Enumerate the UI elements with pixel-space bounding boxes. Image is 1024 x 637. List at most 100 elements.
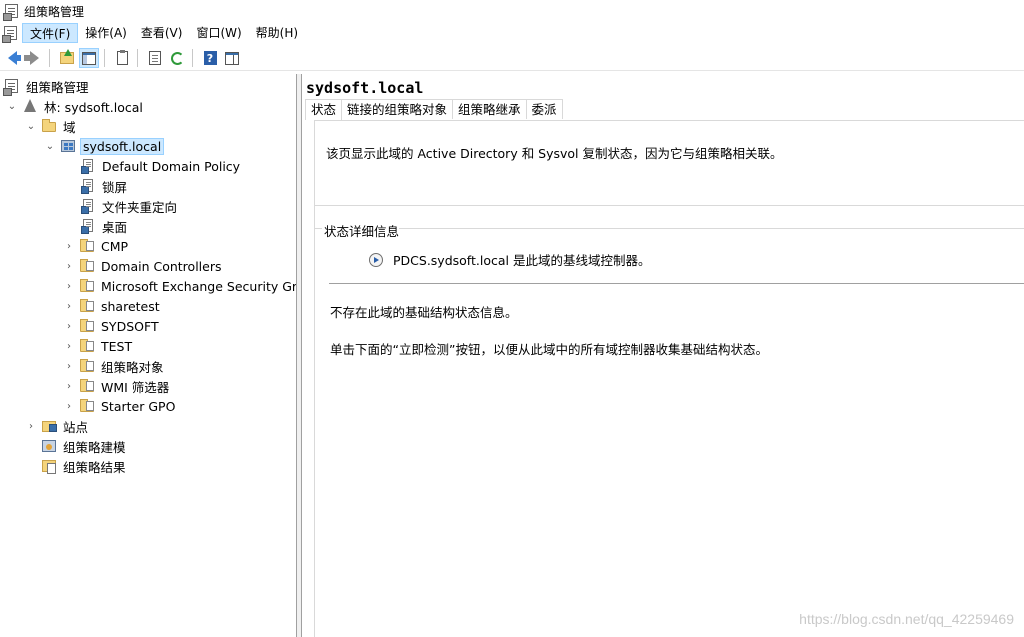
- tree-label: Default Domain Policy: [102, 158, 241, 174]
- chevron-right-icon[interactable]: ›: [63, 320, 75, 332]
- chevron-right-icon[interactable]: ›: [63, 260, 75, 272]
- ou-folder-icon: [79, 318, 95, 334]
- chevron-right-icon[interactable]: ›: [63, 380, 75, 392]
- export-list-button[interactable]: [145, 48, 165, 68]
- clipboard-icon: [116, 50, 128, 65]
- tree-label: TEST: [101, 338, 133, 354]
- forest-icon: [22, 98, 38, 114]
- pane-splitter[interactable]: [297, 74, 302, 637]
- tree-node-sites[interactable]: › 站点: [25, 416, 90, 436]
- tree-label: Domain Controllers: [101, 258, 222, 274]
- panel-icon: [225, 51, 239, 65]
- status-tab-content: 该页显示此域的 Active Directory 和 Sysvol 复制状态，因…: [314, 120, 1024, 637]
- tree-node-ou[interactable]: › CMP: [63, 236, 130, 256]
- tab-gp-inheritance[interactable]: 组策略继承: [452, 99, 527, 119]
- toolbar-separator: [104, 49, 105, 67]
- tree-node-ou[interactable]: › Microsoft Exchange Security Grou: [63, 276, 296, 296]
- refresh-button[interactable]: [167, 48, 187, 68]
- properties-button[interactable]: [112, 48, 132, 68]
- tree-label: sharetest: [101, 298, 160, 314]
- tree-label: 组策略建模: [63, 439, 126, 455]
- window-title: 组策略管理: [24, 4, 85, 19]
- group-border: [399, 228, 1024, 229]
- tab-delegation[interactable]: 委派: [525, 99, 563, 119]
- baseline-dc-row[interactable]: PDCS.sydsoft.local 是此域的基线域控制器。: [369, 250, 650, 269]
- tree-label: 文件夹重定向: [102, 199, 178, 215]
- sites-icon: [41, 418, 57, 434]
- chevron-right-icon[interactable]: ›: [63, 280, 75, 292]
- gpmc-app-icon: [3, 3, 20, 21]
- back-button[interactable]: [2, 48, 22, 68]
- menu-bar: 文件(F) 操作(A) 查看(V) 窗口(W) 帮助(H): [0, 22, 1024, 44]
- up-level-button[interactable]: [57, 48, 77, 68]
- back-arrow-icon: [7, 51, 21, 65]
- chevron-right-icon[interactable]: ›: [63, 240, 75, 252]
- tree-node-gpo-link[interactable]: Default Domain Policy: [80, 156, 242, 176]
- tree-label: CMP: [101, 238, 129, 254]
- tree-node-gpo-link[interactable]: 锁屏: [80, 176, 129, 196]
- tree-node-ou[interactable]: › Domain Controllers: [63, 256, 223, 276]
- help-icon: ?: [203, 51, 217, 65]
- tree-node-modeling[interactable]: 组策略建模: [41, 436, 128, 456]
- toolbar: ?: [0, 46, 1024, 71]
- tree-node-ou[interactable]: › TEST: [63, 336, 134, 356]
- system-menu-icon[interactable]: [2, 25, 19, 43]
- console-tree[interactable]: 组策略管理 ⌄ 林: sydsoft.local ⌄ 域 ⌄ sydsoft.l…: [0, 74, 297, 637]
- detail-tabs: 状态 链接的组策略对象 组策略继承 委派: [305, 99, 563, 120]
- tree-label: sydsoft.local: [80, 137, 165, 155]
- detect-now-instruction: 单击下面的“立即检测”按钮，以便从此域中的所有域控制器收集基础结构状态。: [330, 342, 768, 357]
- folder-icon: [79, 398, 95, 414]
- forward-button[interactable]: [23, 48, 44, 68]
- tree-node-gpo-link[interactable]: 文件夹重定向: [80, 196, 179, 216]
- ou-folder-icon: [79, 298, 95, 314]
- tree-node-gpo-container[interactable]: › 组策略对象: [63, 356, 166, 376]
- chevron-right-icon[interactable]: ›: [25, 420, 37, 432]
- tree-label: 锁屏: [102, 179, 128, 195]
- detail-title: sydsoft.local: [306, 79, 424, 97]
- tree-label: Starter GPO: [101, 398, 176, 414]
- menu-window[interactable]: 窗口(W): [189, 23, 248, 43]
- tree-label: 林: sydsoft.local: [44, 99, 143, 115]
- show-hide-tree-button[interactable]: [79, 48, 99, 68]
- tree-node-results[interactable]: 组策略结果: [41, 456, 128, 476]
- infrastructure-status-text: 不存在此域的基础结构状态信息。: [330, 305, 518, 320]
- chevron-down-icon[interactable]: ⌄: [44, 140, 56, 152]
- watermark: https://blog.csdn.net/qq_42259469: [799, 611, 1014, 627]
- toolbar-separator: [49, 49, 50, 67]
- chevron-down-icon[interactable]: ⌄: [25, 120, 37, 132]
- detail-pane: sydsoft.local 状态 链接的组策略对象 组策略继承 委派 该页显示此…: [303, 74, 1024, 637]
- help-button[interactable]: ?: [200, 48, 220, 68]
- gpo-link-icon: [80, 218, 96, 234]
- menu-help[interactable]: 帮助(H): [249, 23, 305, 43]
- chevron-down-icon[interactable]: ⌄: [6, 100, 18, 112]
- tab-linked-gpos[interactable]: 链接的组策略对象: [341, 99, 454, 119]
- description-text: 该页显示此域的 Active Directory 和 Sysvol 复制状态，因…: [326, 146, 783, 161]
- toolbar-separator: [192, 49, 193, 67]
- tree-node-gpo-link[interactable]: 桌面: [80, 216, 129, 236]
- tree-node-ou[interactable]: › sharetest: [63, 296, 162, 316]
- chevron-right-icon[interactable]: ›: [63, 400, 75, 412]
- description-box: 该页显示此域的 Active Directory 和 Sysvol 复制状态，因…: [315, 121, 1024, 206]
- tree-node-starter-gpo[interactable]: › Starter GPO: [63, 396, 177, 416]
- tree-node-ou[interactable]: › SYDSOFT: [63, 316, 161, 336]
- show-action-pane-button[interactable]: [222, 48, 242, 68]
- tree-node-domains[interactable]: ⌄ 域: [25, 116, 78, 136]
- chevron-right-icon[interactable]: ›: [63, 340, 75, 352]
- menu-file[interactable]: 文件(F): [22, 23, 79, 43]
- results-icon: [41, 458, 57, 474]
- tree-label: WMI 筛选器: [101, 379, 170, 395]
- show-tree-icon: [82, 51, 96, 65]
- menu-view[interactable]: 查看(V): [134, 23, 190, 43]
- folder-icon: [41, 118, 57, 134]
- tree-node-forest[interactable]: ⌄ 林: sydsoft.local: [6, 96, 145, 116]
- ou-folder-icon: [79, 338, 95, 354]
- tree-node-domain[interactable]: ⌄ sydsoft.local: [44, 136, 165, 156]
- modeling-icon: [41, 438, 57, 454]
- tree-node-wmi-filters[interactable]: › WMI 筛选器: [63, 376, 171, 396]
- chevron-right-icon[interactable]: ›: [63, 300, 75, 312]
- tab-status[interactable]: 状态: [305, 99, 343, 120]
- chevron-right-icon[interactable]: ›: [63, 360, 75, 372]
- menu-action[interactable]: 操作(A): [78, 23, 134, 43]
- expand-arrow-icon[interactable]: [369, 252, 383, 267]
- tree-node-root[interactable]: 组策略管理: [3, 76, 91, 96]
